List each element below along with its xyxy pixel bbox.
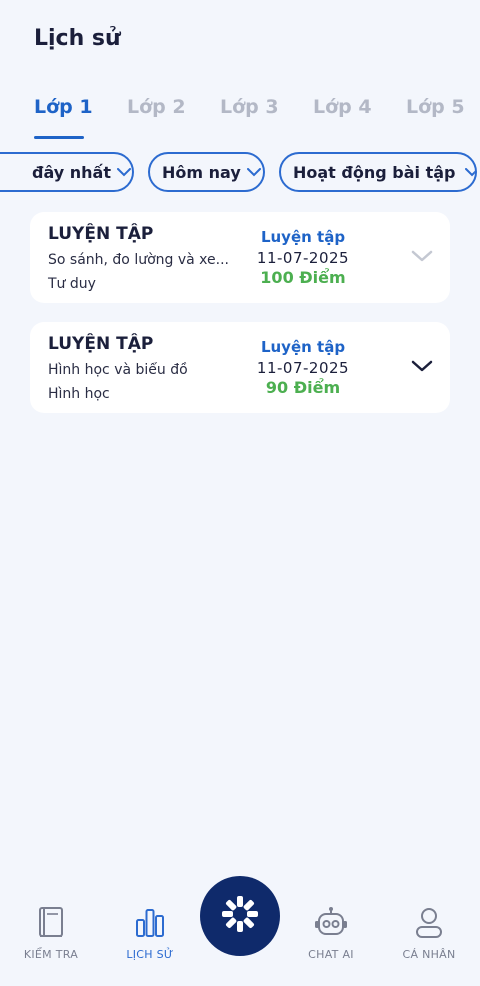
score-label: 90 Điểm: [265, 378, 341, 397]
chevron-down-icon: [465, 167, 475, 177]
topic-name: Hình học và biểu đồ: [48, 362, 188, 378]
wheel-icon: [220, 894, 260, 938]
tab-grade-1[interactable]: Lớp 1: [34, 96, 93, 118]
mode-label: Luyện tập: [260, 228, 346, 246]
nav-history[interactable]: LỊCH SỬ: [102, 906, 198, 961]
sort-filter-dropdown[interactable]: đây nhất: [0, 152, 134, 192]
grade-tabs: Lớp 1 Lớp 2 Lớp 3 Lớp 4 Lớp 5: [0, 94, 480, 144]
mode-label: Luyện tập: [260, 338, 346, 356]
chevron-down-icon[interactable]: [410, 358, 434, 374]
page-title: Lịch sử: [34, 26, 121, 51]
chevron-down-icon: [116, 167, 131, 177]
nav-profile[interactable]: CÁ NHÂN: [381, 906, 477, 961]
tab-grade-3[interactable]: Lớp 3: [220, 96, 279, 118]
history-card[interactable]: LUYỆN TẬP Hình học và biểu đồ Hình học L…: [30, 322, 450, 413]
book-icon: [3, 906, 99, 944]
nav-chat-ai[interactable]: CHAT AI: [283, 906, 379, 961]
user-icon: [381, 906, 477, 944]
chevron-down-icon[interactable]: [410, 248, 434, 264]
skill-name: Tư duy: [48, 276, 96, 292]
period-filter-dropdown[interactable]: Hôm nay: [148, 152, 265, 192]
activity-type: LUYỆN TẬP: [48, 334, 154, 354]
chevron-down-icon: [246, 167, 261, 177]
sort-filter-label: đây nhất: [32, 162, 111, 182]
tab-grade-5[interactable]: Lớp 5: [406, 96, 465, 118]
topic-name: So sánh, đo lường và xe...: [48, 252, 229, 268]
nav-test-label: KIỂM TRA: [23, 948, 79, 961]
robot-icon: [283, 906, 379, 944]
active-tab-indicator: [34, 136, 84, 139]
tab-grade-4[interactable]: Lớp 4: [313, 96, 372, 118]
nav-test[interactable]: KIỂM TRA: [3, 906, 99, 961]
tab-grade-2[interactable]: Lớp 2: [127, 96, 186, 118]
nav-history-label: LỊCH SỬ: [126, 948, 174, 961]
nav-profile-label: CÁ NHÂN: [402, 948, 456, 961]
activity-filter-dropdown[interactable]: Hoạt động bài tập: [279, 152, 477, 192]
date-label: 11-07-2025: [256, 249, 350, 267]
nav-chat-ai-label: CHAT AI: [308, 948, 354, 961]
history-card[interactable]: LUYỆN TẬP So sánh, đo lường và xe... Tư …: [30, 212, 450, 303]
score-label: 100 Điểm: [260, 268, 346, 287]
activity-type: LUYỆN TẬP: [48, 224, 154, 244]
filter-bar: đây nhất Hôm nay Hoạt động bài tập: [0, 152, 480, 196]
activity-filter-label: Hoạt động bài tập: [293, 162, 456, 182]
period-filter-label: Hôm nay: [162, 162, 241, 182]
date-label: 11-07-2025: [256, 359, 350, 377]
bar-chart-icon: [102, 906, 198, 944]
center-action-button[interactable]: [200, 876, 280, 956]
skill-name: Hình học: [48, 386, 110, 402]
